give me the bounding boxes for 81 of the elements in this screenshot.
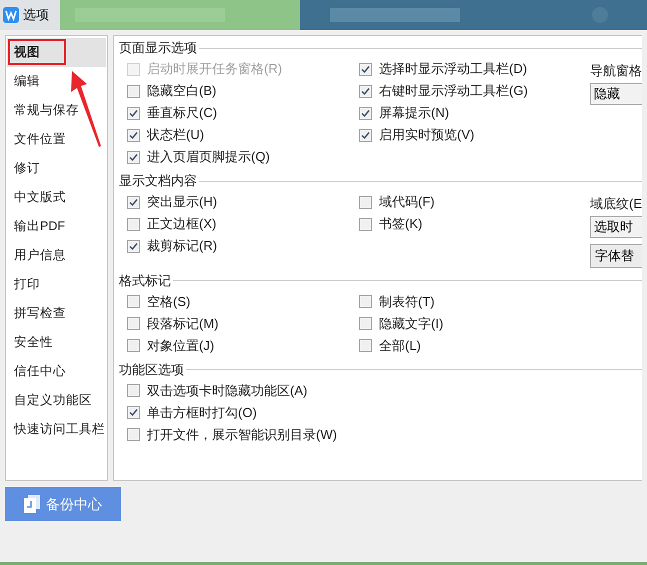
window-title: 选项 bbox=[23, 6, 49, 24]
checkmark-icon bbox=[361, 108, 370, 118]
checkbox[interactable] bbox=[359, 106, 372, 120]
checkmark-icon bbox=[361, 130, 370, 140]
backup-icon bbox=[24, 495, 40, 513]
checkbox-label: 屏幕提示(N) bbox=[379, 104, 450, 122]
checkbox-label: 右键时显示浮动工具栏(G) bbox=[379, 82, 528, 100]
checkbox-label: 状态栏(U) bbox=[147, 126, 204, 144]
checkbox-label: 打开文件，展示智能识别目录(W) bbox=[147, 426, 337, 444]
checkbox[interactable] bbox=[127, 150, 140, 164]
checkbox-label: 书签(K) bbox=[379, 215, 422, 234]
section-title: 功能区选项 bbox=[119, 360, 184, 379]
field-label: 导航窗格 bbox=[590, 62, 642, 80]
sidebar-item[interactable]: 编辑 bbox=[7, 67, 106, 96]
sidebar-item[interactable]: 常规与保存 bbox=[7, 96, 106, 125]
checkbox[interactable] bbox=[127, 106, 140, 120]
checkbox[interactable] bbox=[127, 406, 140, 419]
checkbox[interactable] bbox=[359, 317, 372, 330]
checkmark-icon bbox=[129, 152, 138, 162]
checkmark-icon bbox=[361, 86, 370, 96]
sidebar-item[interactable]: 用户信息 bbox=[7, 241, 106, 270]
checkbox-label: 裁剪标记(R) bbox=[147, 237, 218, 256]
section-title: 格式标记 bbox=[119, 272, 171, 290]
checkbox-label: 选择时显示浮动工具栏(D) bbox=[379, 60, 528, 78]
checkbox[interactable] bbox=[127, 240, 140, 252]
sidebar-item[interactable]: 信任中心 bbox=[7, 357, 106, 386]
checkbox-label: 制表符(T) bbox=[379, 292, 435, 311]
sidebar-item[interactable]: 中文版式 bbox=[7, 183, 106, 212]
checkmark-icon bbox=[129, 242, 138, 250]
sidebar-item[interactable]: 修订 bbox=[7, 154, 106, 183]
checkbox[interactable] bbox=[127, 196, 140, 208]
checkbox[interactable] bbox=[127, 317, 140, 330]
field-label: 域底纹(E bbox=[590, 195, 642, 213]
checkbox-label: 垂直标尺(C) bbox=[147, 104, 218, 122]
checkbox[interactable] bbox=[359, 339, 372, 352]
sidebar-item[interactable]: 打印 bbox=[7, 270, 106, 299]
checkbox-label: 域代码(F) bbox=[379, 193, 435, 212]
checkbox-label: 空格(S) bbox=[147, 292, 190, 311]
checkbox-label: 突出显示(H) bbox=[147, 193, 218, 212]
checkbox-label: 正文边框(X) bbox=[147, 215, 216, 234]
checkbox[interactable] bbox=[127, 295, 140, 308]
font-substitution-button[interactable]: 字体替 bbox=[590, 244, 642, 268]
sidebar-item[interactable]: 输出PDF bbox=[7, 212, 106, 241]
checkbox[interactable] bbox=[127, 128, 140, 142]
checkbox[interactable] bbox=[359, 218, 372, 230]
checkbox[interactable] bbox=[359, 295, 372, 308]
checkmark-icon bbox=[361, 64, 370, 74]
checkbox[interactable] bbox=[127, 428, 140, 441]
checkbox[interactable] bbox=[359, 84, 372, 98]
dropdown[interactable]: 选取时 bbox=[590, 216, 642, 238]
app-logo-icon bbox=[3, 7, 19, 23]
dropdown[interactable]: 隐藏 bbox=[590, 82, 642, 104]
checkmark-icon bbox=[129, 108, 138, 118]
checkbox-label: 启用实时预览(V) bbox=[379, 126, 474, 144]
checkmark-icon bbox=[129, 130, 138, 140]
checkbox[interactable] bbox=[127, 384, 140, 397]
checkbox[interactable] bbox=[127, 339, 140, 352]
sidebar-item[interactable]: 安全性 bbox=[7, 328, 106, 357]
checkbox-label: 隐藏空白(B) bbox=[147, 82, 216, 100]
checkbox[interactable] bbox=[359, 62, 372, 76]
sidebar-item[interactable]: 拼写检查 bbox=[7, 299, 106, 328]
section-title: 页面显示选项 bbox=[119, 39, 197, 58]
checkbox[interactable] bbox=[127, 84, 140, 98]
checkbox-label: 对象位置(J) bbox=[147, 336, 214, 355]
sidebar-item[interactable]: 自定义功能区 bbox=[7, 386, 106, 415]
checkbox-label: 单击方框时打勾(O) bbox=[147, 404, 257, 422]
checkbox-label: 进入页眉页脚提示(Q) bbox=[147, 148, 270, 166]
checkbox-label: 双击选项卡时隐藏功能区(A) bbox=[147, 382, 308, 400]
checkbox-label: 段落标记(M) bbox=[147, 314, 218, 333]
checkbox[interactable] bbox=[359, 128, 372, 142]
checkmark-icon bbox=[129, 198, 138, 206]
checkbox-label: 全部(L) bbox=[379, 336, 421, 355]
checkbox-label: 隐藏文字(I) bbox=[379, 314, 444, 333]
sidebar-item[interactable]: 快速访问工具栏 bbox=[7, 415, 106, 444]
highlight-frame bbox=[8, 39, 66, 65]
checkbox[interactable] bbox=[359, 196, 372, 208]
checkmark-icon bbox=[129, 408, 138, 417]
checkbox-label: 启动时展开任务窗格(R) bbox=[147, 60, 282, 78]
sidebar-item[interactable]: 文件位置 bbox=[7, 125, 106, 154]
checkbox[interactable] bbox=[127, 218, 140, 230]
section-title: 显示文档内容 bbox=[119, 172, 197, 190]
